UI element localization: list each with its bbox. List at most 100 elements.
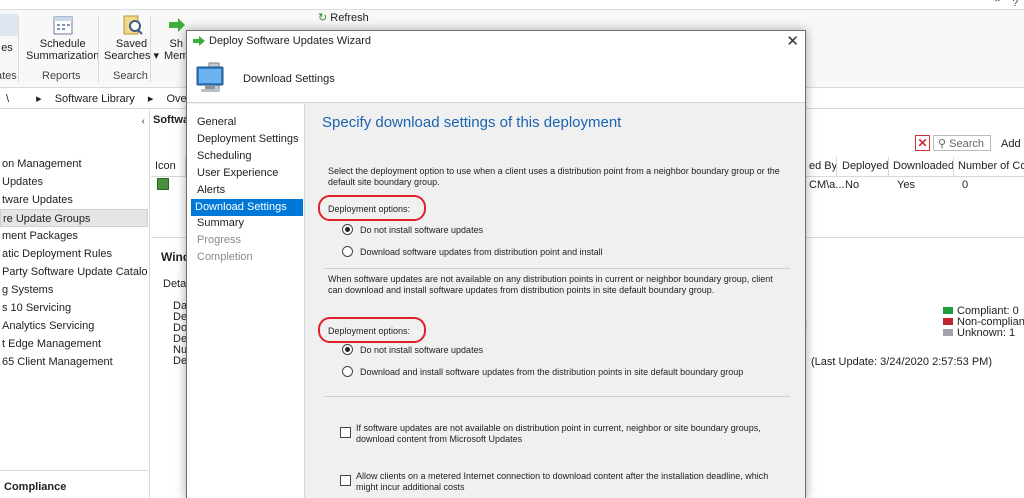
ribbon-label: Summarization [26,50,100,62]
checkbox-label: If software updates are not available on… [356,423,761,444]
radio-label: Download software updates from distribut… [360,247,603,257]
radio-download-from-default-group[interactable] [342,366,353,377]
column-header-icon[interactable]: Icon [155,160,176,172]
radio-download-and-install-1[interactable] [342,246,353,257]
wizard-step-user-experience[interactable]: User Experience [193,165,305,182]
legend-swatch [943,329,953,336]
column-separator [836,157,837,177]
wizard-step-general[interactable]: General [193,114,305,131]
search-button[interactable]: ⚲ Search [933,135,991,151]
cell-downloaded: Yes [897,179,915,191]
navigation-pane: ‹ Compliance on Management Updates tware … [0,110,150,498]
nav-item[interactable]: re Update Groups [0,209,148,227]
breadcrumb-root[interactable]: \ [6,93,9,105]
nav-item[interactable]: Updates [0,173,148,191]
schedule-summarization-button[interactable]: Schedule Summarization [26,14,99,62]
column-separator [888,157,889,177]
nav-item[interactable]: Party Software Update Catalogs [0,263,148,281]
ribbon-separator [150,16,151,82]
legend-swatch [943,307,953,314]
wizard-page-name: Download Settings [243,73,335,85]
wizard-step-alerts[interactable]: Alerts [193,182,305,199]
search-button-label: Search [949,138,984,150]
cell-number: 0 [962,179,969,191]
column-separator [953,157,954,177]
show-members-button[interactable]: Sh Mem [164,14,188,62]
nav-item[interactable]: ment Packages [0,227,148,245]
divider [324,396,790,397]
intro-text: Select the deployment option to use when… [328,166,780,187]
cell-created-by: CM\a... [809,179,845,191]
wizard-title: Deploy Software Updates Wizard [209,35,372,47]
ribbon-label: Schedule [39,38,86,50]
wizard-step-completion: Completion [197,251,253,264]
ribbon-label: es [1,42,13,54]
collapse-pane-icon[interactable]: ‹ [142,116,145,127]
breadcrumb-separator: ▸ [36,93,42,105]
computer-icon [196,62,224,92]
nav-item[interactable]: g Systems [0,281,148,299]
ribbon-separator [18,16,19,82]
wizard-steps-nav: General Deployment Settings Scheduling User… [187,104,305,498]
nav-item[interactable]: 65 Client Management [0,353,148,371]
green-arrow-icon [165,14,187,36]
nav-item[interactable]: atic Deployment Rules [0,245,148,263]
wizard-step-summary[interactable]: Summary [193,215,305,232]
deployment-options-label: Deployment options: [328,204,411,214]
close-button[interactable]: ✕ [786,32,799,50]
help-icon[interactable]: ? [1012,0,1018,9]
ribbon-label: Refresh [330,12,369,24]
ribbon-icon [0,14,18,36]
page-heading: Specify download settings of this deploy… [322,114,622,131]
nav-item[interactable]: s 10 Servicing [0,299,148,317]
nav-item[interactable]: on Management [0,155,148,173]
column-header-downloaded[interactable]: Downloaded [893,160,954,172]
wizard-step-download-settings[interactable]: Download Settings [191,198,303,216]
breadcrumb-separator: ▸ [147,93,154,105]
checkbox-metered-connection[interactable] [340,475,351,486]
legend-item: Compliant: 0 [943,306,1024,317]
ribbon-item-0[interactable]: es [0,14,18,54]
green-arrow-icon [193,36,205,46]
wizard-titlebar[interactable]: Deploy Software Updates Wizard ✕ [187,31,805,53]
update-group-icon [157,178,169,190]
column-header-number[interactable]: Number of Colle [958,160,1024,172]
column-header-created-by[interactable]: ed By [809,160,837,172]
wizard-step-deployment-settings[interactable]: Deployment Settings [193,131,305,148]
ribbon-section-label: Search [113,70,148,82]
radio-label: Do not install software updates [360,345,484,355]
breadcrumb-software-library[interactable]: Software Library [55,93,135,105]
results-title: Softwa [153,114,190,126]
nav-item[interactable]: tware Updates [0,191,148,209]
saved-search-icon [121,14,143,36]
refresh-icon: ↻ [318,12,328,24]
radio-do-not-install-2[interactable] [342,344,353,355]
radio-label: Do not install software updates [360,225,484,235]
ribbon-label: Mem [164,50,189,62]
wizard-header: Download Settings [187,53,805,103]
ribbon-separator [98,16,99,82]
window-controls: ⌃ ? [985,0,1018,9]
wizard-page-body: Specify download settings of this deploy… [306,104,805,498]
last-update-text: (Last Update: 3/24/2020 2:57:53 PM) [811,356,993,368]
radio-do-not-install-1[interactable] [342,224,353,235]
nav-item[interactable]: t Edge Management [0,335,148,353]
calendar-icon [52,14,74,36]
wizard-step-scheduling[interactable]: Scheduling [193,148,305,165]
compliance-legend: Compliant: 0Non-compliant: 0Unknown: 1 [943,306,1024,339]
column-header-deployed[interactable]: Deployed [842,160,888,172]
refresh-button[interactable]: ↻ Refresh [318,12,369,24]
nav-item[interactable]: Analytics Servicing [0,317,148,335]
ribbon-label: Sh [169,38,183,50]
clear-search-icon[interactable]: ✕ [915,135,930,151]
console-titlebar: ⌃ ? [0,0,1024,10]
add-criteria-link[interactable]: Add C [1001,138,1024,150]
checkbox-microsoft-updates[interactable] [340,427,351,438]
workspace-compliance[interactable]: Compliance [0,470,148,498]
chevron-up-icon[interactable]: ⌃ [993,0,1001,9]
ribbon-section-label: ates [0,70,17,82]
legend-item: Unknown: 1 [943,328,1024,339]
legend-item: Non-compliant: 0 [943,317,1024,328]
wizard-step-progress: Progress [197,234,242,247]
detail-section-label: Detai [163,278,189,290]
